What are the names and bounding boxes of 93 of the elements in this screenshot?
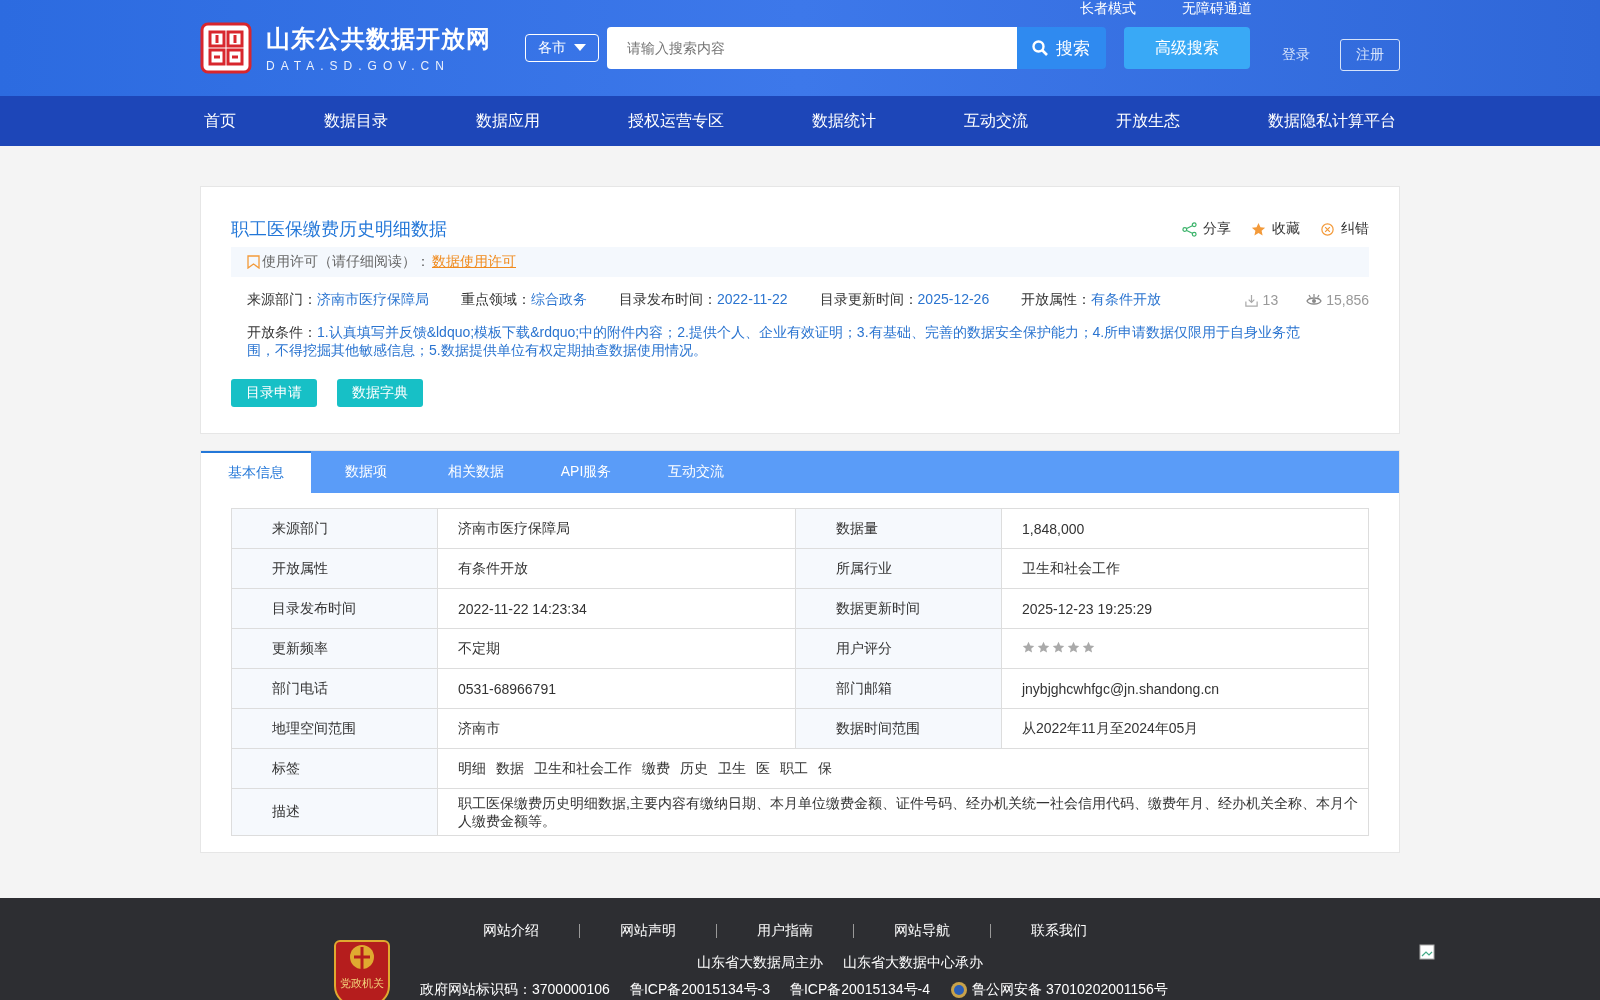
share-link[interactable]: 分享 bbox=[1182, 220, 1231, 238]
field-label: 目录发布时间 bbox=[231, 588, 438, 629]
meta-item: 目录更新时间：2025-12-26 bbox=[819, 291, 990, 309]
dataset-title: 职工医保缴费历史明细数据 bbox=[231, 218, 447, 241]
field-label: 数据量 bbox=[795, 508, 1002, 549]
tab[interactable]: 基本信息 bbox=[201, 451, 311, 493]
register-button[interactable]: 注册 bbox=[1340, 39, 1400, 71]
nav-item[interactable]: 数据目录 bbox=[320, 110, 392, 132]
star-icon bbox=[1066, 640, 1080, 654]
site-domain: DATA.SD.GOV.CN bbox=[266, 59, 451, 73]
tag: 缴费 bbox=[641, 759, 670, 776]
search-icon bbox=[1032, 40, 1049, 56]
seal-logo-icon bbox=[200, 22, 252, 74]
field-value: 0531-68966791 bbox=[437, 668, 796, 709]
field-label: 所属行业 bbox=[795, 548, 1002, 589]
nav-item[interactable]: 开放生态 bbox=[1112, 110, 1184, 132]
bookmark-icon bbox=[247, 255, 260, 269]
field-value: jnybjghcwhfgc@jn.shandong.cn bbox=[1001, 668, 1369, 709]
field-label: 描述 bbox=[231, 788, 438, 836]
field-label: 部门电话 bbox=[231, 668, 438, 709]
top-link[interactable]: 无障碍通道 bbox=[1182, 0, 1252, 18]
tag: 数据 bbox=[495, 759, 524, 776]
nav-item[interactable]: 数据隐私计算平台 bbox=[1264, 110, 1400, 132]
field-label: 来源部门 bbox=[231, 508, 438, 549]
city-select[interactable]: 各市 bbox=[525, 34, 600, 62]
sponsor-text: 山东省大数据局主办 bbox=[697, 954, 823, 972]
tag: 明细 bbox=[457, 759, 486, 776]
record-text: 鲁ICP备20015134号-3 bbox=[629, 981, 770, 999]
tag: 保 bbox=[817, 759, 832, 776]
nav-item[interactable]: 数据应用 bbox=[472, 110, 544, 132]
tag: 卫生 bbox=[717, 759, 746, 776]
field-value: 卫生和社会工作 bbox=[1001, 548, 1369, 589]
footer-link[interactable]: 用户指南 bbox=[717, 922, 853, 940]
meta-item: 开放属性：有条件开放 bbox=[1021, 291, 1162, 309]
star-icon bbox=[1036, 640, 1050, 654]
error-icon bbox=[1320, 221, 1335, 237]
share-icon bbox=[1182, 221, 1197, 237]
tag: 医 bbox=[755, 759, 770, 776]
field-value: 济南市医疗保障局 bbox=[437, 508, 796, 549]
field-value: 不定期 bbox=[437, 628, 796, 669]
nav-item[interactable]: 授权运营专区 bbox=[624, 110, 728, 132]
star-icon bbox=[1251, 221, 1266, 237]
nav-item[interactable]: 首页 bbox=[200, 110, 240, 132]
license-label: 使用许可（请仔细阅读）： bbox=[262, 253, 430, 271]
police-badge-icon bbox=[950, 980, 969, 1000]
field-value: 从2022年11月至2024年05月 bbox=[1001, 708, 1369, 749]
star-icon bbox=[1051, 640, 1065, 654]
login-link[interactable]: 登录 bbox=[1282, 46, 1311, 64]
star-icon bbox=[1081, 640, 1095, 654]
report-link[interactable]: 纠错 bbox=[1320, 220, 1369, 238]
view-count: 15,856 bbox=[1306, 292, 1369, 308]
download-count: 13 bbox=[1243, 292, 1279, 308]
tag: 职工 bbox=[779, 759, 808, 776]
field-value: 济南市 bbox=[437, 708, 796, 749]
field-value: 2022-11-22 14:23:34 bbox=[437, 588, 796, 629]
field-label: 更新频率 bbox=[231, 628, 438, 669]
field-label: 地理空间范围 bbox=[231, 708, 438, 749]
record-text: 政府网站标识码：3700000106 bbox=[420, 981, 610, 999]
footer-link[interactable]: 网站介绍 bbox=[443, 922, 579, 940]
favorite-link[interactable]: 收藏 bbox=[1251, 220, 1300, 238]
record-text: 鲁ICP备20015134号-4 bbox=[789, 981, 931, 999]
broken-image-icon bbox=[1419, 944, 1435, 960]
field-label: 部门邮箱 bbox=[795, 668, 1002, 709]
field-label: 标签 bbox=[231, 748, 438, 789]
eye-icon bbox=[1306, 293, 1323, 307]
emblem-label: 党政机关 bbox=[340, 976, 384, 991]
download-icon bbox=[1243, 292, 1259, 308]
meta-item: 重点领域：综合政务 bbox=[461, 291, 587, 309]
tag: 卫生和社会工作 bbox=[533, 759, 632, 776]
tag: 历史 bbox=[679, 759, 708, 776]
footer-link[interactable]: 网站声明 bbox=[580, 922, 716, 940]
star-icon bbox=[1021, 640, 1035, 654]
field-label: 开放属性 bbox=[231, 548, 438, 589]
nav-item[interactable]: 数据统计 bbox=[808, 110, 880, 132]
search-field[interactable]: 请输入搜索内容 bbox=[607, 27, 1017, 69]
open-conditions: 开放条件：1.认真填写并反馈&ldquo;模板下载&rdquo;中的附件内容；2.提供个人、企业有效证明；3.有基础、完善的数据安全保护能力；4.所申请数据仅限用于自身业务范围，不得挖掘其他敏感信息；5.数据提供单位有权定期抽查数据使用情况。 bbox=[247, 323, 1302, 359]
field-label: 数据更新时间 bbox=[795, 588, 1002, 629]
field-value: 1,848,000 bbox=[1001, 508, 1369, 549]
meta-item: 来源部门：济南市医疗保障局 bbox=[247, 291, 429, 309]
field-label: 用户评分 bbox=[795, 628, 1002, 669]
field-label: 数据时间范围 bbox=[795, 708, 1002, 749]
sponsor-text: 山东省大数据中心承办 bbox=[843, 954, 983, 972]
caret-icon bbox=[574, 44, 587, 52]
field-value: 有条件开放 bbox=[437, 548, 796, 589]
nav-item[interactable]: 互动交流 bbox=[960, 110, 1032, 132]
top-link[interactable]: 长者模式 bbox=[1080, 0, 1136, 18]
field-value: 2025-12-23 19:25:29 bbox=[1001, 588, 1369, 629]
meta-item: 目录发布时间：2022-11-22 bbox=[619, 291, 788, 309]
description-text: 职工医保缴费历史明细数据,主要内容有缴纳日期、本月单位缴费金额、证件号码、经办机关统一社会信用代码、缴费年月、经办机关全称、本月个人缴费金额等。 bbox=[437, 788, 1369, 836]
site-name: 山东公共数据开放网 bbox=[266, 24, 491, 54]
footer-link[interactable]: 联系我们 bbox=[991, 922, 1127, 940]
record-text: 鲁公网安备 37010202001156号 bbox=[972, 981, 1168, 999]
footer-link[interactable]: 网站导航 bbox=[854, 922, 990, 940]
